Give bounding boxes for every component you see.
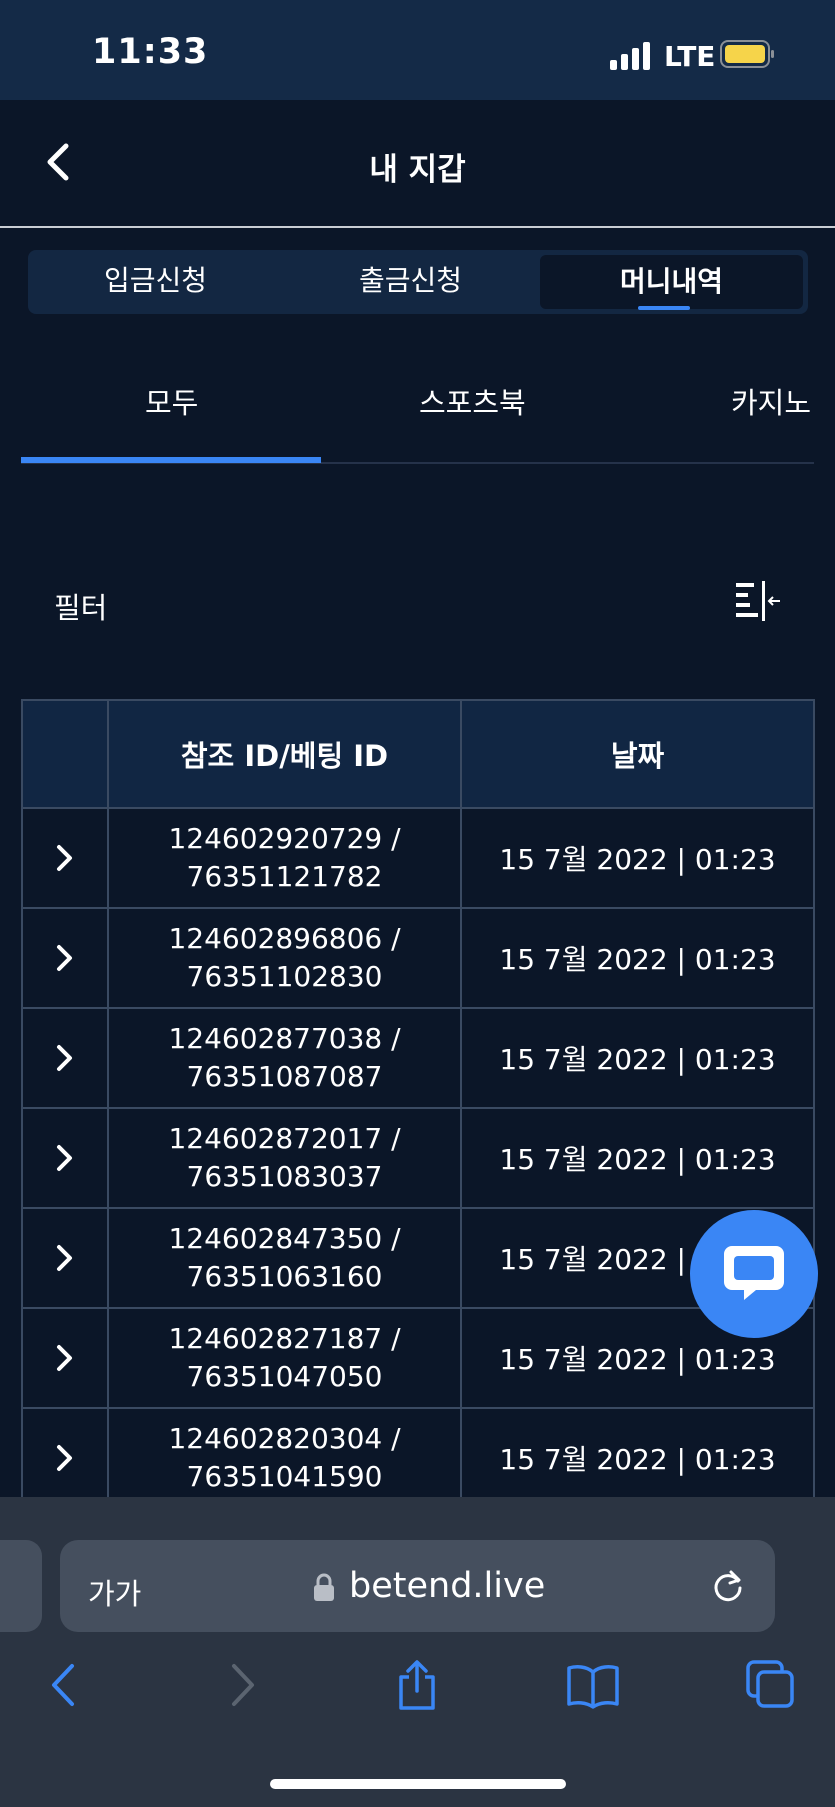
url-text: betend.live <box>349 1566 546 1606</box>
chevron-right-icon <box>57 1345 72 1371</box>
table-row[interactable]: 124602920729 / 76351121782 15 7월 2022 | 01… <box>21 807 815 909</box>
wallet-tabs: 입금신청 출금신청 머니내역 <box>28 250 808 314</box>
book-icon <box>567 1665 619 1709</box>
page-title: 내 지갑 <box>369 152 466 188</box>
expand-row-button[interactable] <box>21 907 109 1009</box>
previous-tab-pill[interactable] <box>0 1540 42 1632</box>
header-ref-bet-id: 참조 ID/베팅 ID <box>107 699 462 809</box>
table-row[interactable]: 124602827187 /76351047050 15 7월 2022 | 01… <box>21 1307 815 1409</box>
battery-icon <box>720 40 776 68</box>
ref-bet-id-cell: 124602872017 / 76351083037 <box>107 1107 462 1209</box>
subtab-casino[interactable]: 카지노 <box>731 380 811 422</box>
tab-withdraw-request[interactable]: 출금신청 <box>283 250 538 314</box>
table-row[interactable]: 124602872017 / 76351083037 15 7월 2022 | 01… <box>21 1107 815 1209</box>
subtab-sportsbook[interactable]: 스포츠북 <box>419 380 526 422</box>
bet-id: 76351047050 <box>186 1360 383 1393</box>
browser-forward-button[interactable] <box>218 1660 266 1710</box>
expand-row-button[interactable] <box>21 1407 109 1509</box>
money-history-table: 참조 ID/베팅 ID 날짜 124602920729 / 76351121782… <box>21 699 815 1509</box>
status-time: 11:33 <box>92 32 209 72</box>
bet-id: 76351041590 <box>186 1460 383 1493</box>
ref-id: 124602872017 / <box>168 1122 401 1155</box>
expand-row-button[interactable] <box>21 1307 109 1409</box>
ref-bet-id-cell: 124602827187 / 76351047050 <box>107 1307 462 1409</box>
ref-id: 124602877038 / <box>168 1022 401 1055</box>
chevron-right-icon <box>57 945 72 971</box>
share-icon <box>399 1660 435 1710</box>
bet-id: 76351063160 <box>186 1260 383 1293</box>
header-expand <box>21 699 109 809</box>
share-button[interactable] <box>393 1660 441 1710</box>
ref-bet-id-cell: 124602877038 / 76351087087 <box>107 1007 462 1109</box>
signal-icon <box>610 42 654 70</box>
tabs-icon <box>746 1660 794 1708</box>
reload-icon <box>714 1570 742 1602</box>
header-date: 날짜 <box>460 699 815 809</box>
ref-id: 124602827187 / <box>168 1322 401 1355</box>
chevron-left-icon <box>52 1664 74 1706</box>
text-size-button[interactable]: 가가 <box>88 1571 141 1613</box>
date-cell: 15 7월 2022 | 01:23 <box>460 1107 815 1209</box>
ref-bet-id-cell: 124602920729 / 76351121782 <box>107 807 462 909</box>
browser-back-button[interactable] <box>40 1660 88 1710</box>
ref-id: 124602896806 / <box>168 922 401 955</box>
expand-row-button[interactable] <box>21 1107 109 1209</box>
chevron-right-icon <box>57 1045 72 1071</box>
table-row[interactable]: 124602877038 / 76351087087 15 7월 2022 | 01… <box>21 1007 815 1109</box>
chevron-right-icon <box>57 1445 72 1471</box>
home-indicator <box>270 1779 566 1789</box>
ref-id: 124602820304 / <box>168 1422 401 1455</box>
ref-bet-id-cell: 124602847350 / 76351063160 <box>107 1207 462 1309</box>
bet-id: 76351087087 <box>186 1060 383 1093</box>
bet-id: 76351083037 <box>186 1160 383 1193</box>
tabs-button[interactable] <box>746 1660 794 1710</box>
chat-button[interactable] <box>690 1210 818 1338</box>
filter-button[interactable] <box>734 580 782 622</box>
date-cell: 15 7월 2022 | 01:23 <box>460 1007 815 1109</box>
lock-icon <box>312 1572 336 1602</box>
reload-button[interactable] <box>710 1568 746 1604</box>
tab-deposit-request[interactable]: 입금신청 <box>28 250 283 314</box>
chevron-right-icon <box>57 1245 72 1271</box>
table-row[interactable]: 124602820304 / 76351041590 15 7월 2022 | 01… <box>21 1407 815 1509</box>
date-cell: 15 7월 2022 | 01:23 <box>460 807 815 909</box>
chevron-right-icon <box>232 1664 254 1706</box>
filter-icon <box>736 581 780 621</box>
bet-id: 76351102830 <box>186 960 383 993</box>
ref-id: 124602847350 / <box>168 1222 401 1255</box>
expand-row-button[interactable] <box>21 1007 109 1109</box>
subtab-active-indicator <box>21 457 321 463</box>
chevron-right-icon <box>57 1145 72 1171</box>
chevron-right-icon <box>57 845 72 871</box>
expand-row-button[interactable] <box>21 1207 109 1309</box>
date-cell: 15 7월 2022 | 01:23 <box>460 1407 815 1509</box>
tab-money-history[interactable]: 머니내역 <box>540 255 803 309</box>
table-row[interactable]: 124602896806 / 76351102830 15 7월 2022 | 01… <box>21 907 815 1009</box>
ref-bet-id-cell: 124602820304 / 76351041590 <box>107 1407 462 1509</box>
ref-bet-id-cell: 124602896806 / 76351102830 <box>107 907 462 1009</box>
network-type: LTE <box>664 40 716 73</box>
active-tab-indicator <box>638 306 690 310</box>
filter-label: 필터 <box>54 591 108 625</box>
date-cell: 15 7월 2022 | 01:23 <box>460 907 815 1009</box>
expand-row-button[interactable] <box>21 807 109 909</box>
bet-id: 76351121782 <box>186 860 383 893</box>
chat-bubble-icon <box>724 1246 784 1300</box>
ref-id: 124602920729 / <box>168 822 401 855</box>
subtab-all[interactable]: 모두 <box>145 380 198 422</box>
bookmarks-button[interactable] <box>566 1660 619 1710</box>
table-header-row: 참조 ID/베팅 ID 날짜 <box>21 699 815 809</box>
